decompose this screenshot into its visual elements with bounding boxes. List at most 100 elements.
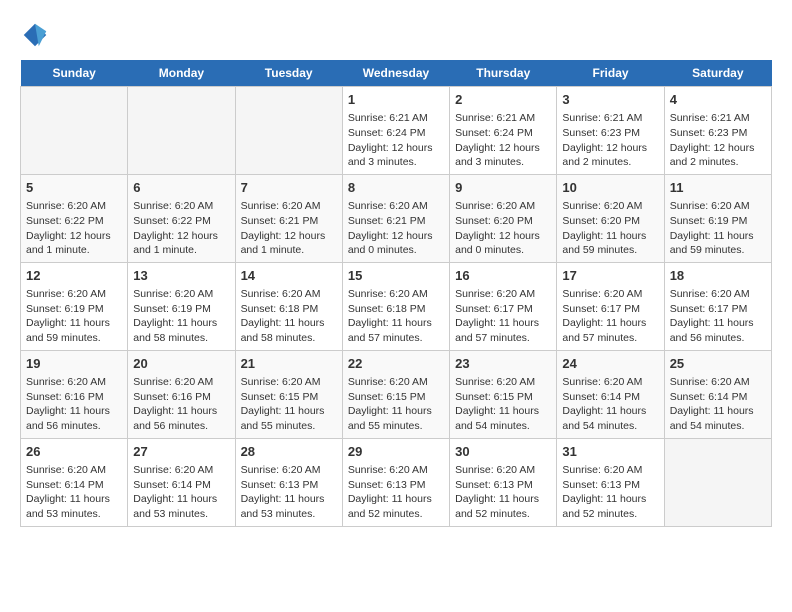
day-number: 26 <box>26 443 122 461</box>
calendar-table: SundayMondayTuesdayWednesdayThursdayFrid… <box>20 60 772 527</box>
day-detail: Sunset: 6:22 PM <box>133 214 229 229</box>
calendar-cell: 3Sunrise: 6:21 AMSunset: 6:23 PMDaylight… <box>557 87 664 175</box>
day-detail: Sunset: 6:22 PM <box>26 214 122 229</box>
day-number: 27 <box>133 443 229 461</box>
day-detail: Sunset: 6:15 PM <box>348 390 444 405</box>
calendar-cell: 10Sunrise: 6:20 AMSunset: 6:20 PMDayligh… <box>557 174 664 262</box>
day-detail: Sunset: 6:13 PM <box>241 478 337 493</box>
day-number: 10 <box>562 179 658 197</box>
calendar-week-row: 1Sunrise: 6:21 AMSunset: 6:24 PMDaylight… <box>21 87 772 175</box>
day-number: 20 <box>133 355 229 373</box>
day-detail: Sunrise: 6:20 AM <box>241 375 337 390</box>
calendar-cell: 1Sunrise: 6:21 AMSunset: 6:24 PMDaylight… <box>342 87 449 175</box>
day-detail: Sunrise: 6:20 AM <box>455 375 551 390</box>
day-detail: Sunrise: 6:20 AM <box>133 463 229 478</box>
day-detail: Sunrise: 6:20 AM <box>670 199 766 214</box>
day-number: 9 <box>455 179 551 197</box>
day-detail: Daylight: 12 hours and 1 minute. <box>26 229 122 258</box>
day-number: 5 <box>26 179 122 197</box>
day-number: 11 <box>670 179 766 197</box>
calendar-cell: 13Sunrise: 6:20 AMSunset: 6:19 PMDayligh… <box>128 262 235 350</box>
day-number: 18 <box>670 267 766 285</box>
day-detail: Daylight: 12 hours and 3 minutes. <box>455 141 551 170</box>
day-detail: Daylight: 11 hours and 57 minutes. <box>562 316 658 345</box>
day-detail: Sunrise: 6:20 AM <box>26 199 122 214</box>
day-detail: Sunrise: 6:20 AM <box>348 199 444 214</box>
day-detail: Sunrise: 6:20 AM <box>348 375 444 390</box>
day-detail: Daylight: 11 hours and 57 minutes. <box>348 316 444 345</box>
day-number: 14 <box>241 267 337 285</box>
day-detail: Sunset: 6:20 PM <box>562 214 658 229</box>
day-detail: Sunset: 6:24 PM <box>455 126 551 141</box>
day-detail: Daylight: 12 hours and 1 minute. <box>133 229 229 258</box>
day-number: 25 <box>670 355 766 373</box>
calendar-cell: 11 Sunrise: 6:20 AMSunset: 6:19 PMDayligh… <box>664 174 771 262</box>
day-detail: Sunrise: 6:20 AM <box>348 287 444 302</box>
day-number: 31 <box>562 443 658 461</box>
day-detail: Sunset: 6:13 PM <box>348 478 444 493</box>
calendar-cell: 16Sunrise: 6:20 AMSunset: 6:17 PMDayligh… <box>450 262 557 350</box>
calendar-cell: 8Sunrise: 6:20 AMSunset: 6:21 PMDaylight… <box>342 174 449 262</box>
day-detail: Sunrise: 6:20 AM <box>26 463 122 478</box>
calendar-cell <box>235 87 342 175</box>
calendar-cell: 21Sunrise: 6:20 AMSunset: 6:15 PMDayligh… <box>235 350 342 438</box>
day-detail: Sunrise: 6:20 AM <box>26 287 122 302</box>
weekday-header: Thursday <box>450 60 557 87</box>
day-detail: Sunrise: 6:20 AM <box>562 287 658 302</box>
calendar-cell: 25Sunrise: 6:20 AMSunset: 6:14 PMDayligh… <box>664 350 771 438</box>
day-number: 16 <box>455 267 551 285</box>
day-detail: Sunset: 6:19 PM <box>26 302 122 317</box>
weekday-header: Saturday <box>664 60 771 87</box>
day-detail: Daylight: 11 hours and 54 minutes. <box>562 404 658 433</box>
header-row: SundayMondayTuesdayWednesdayThursdayFrid… <box>21 60 772 87</box>
day-detail: Sunrise: 6:20 AM <box>562 375 658 390</box>
calendar-cell <box>664 438 771 526</box>
day-detail: Sunset: 6:15 PM <box>241 390 337 405</box>
day-detail: Daylight: 11 hours and 53 minutes. <box>241 492 337 521</box>
day-detail: Sunset: 6:21 PM <box>241 214 337 229</box>
day-detail: Sunset: 6:19 PM <box>133 302 229 317</box>
day-number: 22 <box>348 355 444 373</box>
day-number: 19 <box>26 355 122 373</box>
calendar-cell: 19Sunrise: 6:20 AMSunset: 6:16 PMDayligh… <box>21 350 128 438</box>
day-detail: Daylight: 11 hours and 52 minutes. <box>348 492 444 521</box>
day-detail: Sunset: 6:23 PM <box>670 126 766 141</box>
calendar-cell: 2Sunrise: 6:21 AMSunset: 6:24 PMDaylight… <box>450 87 557 175</box>
calendar-cell: 28Sunrise: 6:20 AMSunset: 6:13 PMDayligh… <box>235 438 342 526</box>
calendar-cell: 27 Sunrise: 6:20 AMSunset: 6:14 PMDayligh… <box>128 438 235 526</box>
day-number: 13 <box>133 267 229 285</box>
day-number: 23 <box>455 355 551 373</box>
day-detail: Sunrise: 6:20 AM <box>241 287 337 302</box>
calendar-cell: 12Sunrise: 6:20 AMSunset: 6:19 PMDayligh… <box>21 262 128 350</box>
day-number: 12 <box>26 267 122 285</box>
day-detail: Daylight: 11 hours and 53 minutes. <box>133 492 229 521</box>
day-detail: Sunset: 6:23 PM <box>562 126 658 141</box>
day-detail: Sunset: 6:17 PM <box>670 302 766 317</box>
day-detail: Sunset: 6:15 PM <box>455 390 551 405</box>
day-detail: Sunrise: 6:20 AM <box>562 199 658 214</box>
day-detail: Sunrise: 6:21 AM <box>670 111 766 126</box>
calendar-week-row: 12Sunrise: 6:20 AMSunset: 6:19 PMDayligh… <box>21 262 772 350</box>
day-detail: Sunset: 6:19 PM <box>670 214 766 229</box>
calendar-week-row: 19Sunrise: 6:20 AMSunset: 6:16 PMDayligh… <box>21 350 772 438</box>
calendar-cell: 26Sunrise: 6:20 AMSunset: 6:14 PMDayligh… <box>21 438 128 526</box>
calendar-cell <box>21 87 128 175</box>
day-number: 21 <box>241 355 337 373</box>
day-number: 30 <box>455 443 551 461</box>
calendar-cell: 20Sunrise: 6:20 AMSunset: 6:16 PMDayligh… <box>128 350 235 438</box>
day-detail: Sunrise: 6:20 AM <box>133 199 229 214</box>
day-detail: Sunset: 6:13 PM <box>562 478 658 493</box>
calendar-cell: 29Sunrise: 6:20 AMSunset: 6:13 PMDayligh… <box>342 438 449 526</box>
calendar-cell: 23Sunrise: 6:20 AMSunset: 6:15 PMDayligh… <box>450 350 557 438</box>
day-detail: Daylight: 11 hours and 59 minutes. <box>670 229 766 258</box>
day-number: 6 <box>133 179 229 197</box>
day-detail: Sunrise: 6:21 AM <box>562 111 658 126</box>
day-detail: Daylight: 11 hours and 54 minutes. <box>670 404 766 433</box>
day-detail: Daylight: 11 hours and 56 minutes. <box>133 404 229 433</box>
day-detail: Sunrise: 6:20 AM <box>455 463 551 478</box>
calendar-cell: 5 Sunrise: 6:20 AMSunset: 6:22 PMDaylight… <box>21 174 128 262</box>
day-detail: Sunset: 6:17 PM <box>562 302 658 317</box>
day-detail: Daylight: 11 hours and 58 minutes. <box>241 316 337 345</box>
day-detail: Sunset: 6:14 PM <box>133 478 229 493</box>
calendar-cell: 18Sunrise: 6:20 AMSunset: 6:17 PMDayligh… <box>664 262 771 350</box>
